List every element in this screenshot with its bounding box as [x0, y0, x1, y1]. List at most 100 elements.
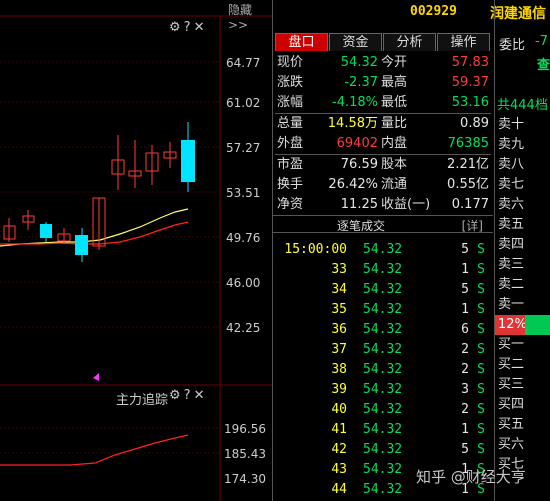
tick-row: 42 54.32 5 S [273, 440, 493, 460]
tick-price: 54.32 [363, 402, 403, 417]
price-tick-2: 61.02 [226, 96, 261, 110]
tab-zijin[interactable]: 资金 [329, 33, 382, 51]
query-button[interactable]: 查 [537, 54, 550, 73]
quote-label: 净资 [277, 197, 304, 212]
tab-fenxi[interactable]: 分析 [383, 33, 436, 51]
stock-code: 002929 [410, 4, 457, 19]
tick-row: 38 54.32 2 S [273, 360, 493, 380]
ask-level: 卖二 [498, 277, 525, 292]
quote-row: 总量 14.58万 量比 0.89 [275, 114, 491, 134]
tick-time: 41 [331, 422, 347, 437]
quote-value: 57.83 [451, 55, 489, 70]
price-tick-7: 42.25 [226, 321, 261, 335]
tick-side: S [477, 442, 485, 457]
tick-price: 54.32 [363, 442, 403, 457]
bid-level: 买四 [498, 397, 525, 412]
tick-side: S [477, 342, 485, 357]
tick-side: S [477, 422, 485, 437]
quote-value: 0.89 [460, 116, 489, 131]
ticks-title: 逐笔成交 [337, 219, 386, 233]
bid-level: 买五 [498, 417, 525, 432]
indicator-tick-3: 174.30 [224, 472, 266, 486]
ask-level: 卖七 [498, 177, 525, 192]
quote-row: 市盈 76.59 股本 2.21亿 [275, 155, 491, 175]
quote-label: 股本 [381, 157, 408, 172]
tick-time: 38 [331, 362, 347, 377]
quote-row: 涨幅 -4.18% 最低 53.16 [275, 93, 491, 113]
tick-volume: 5 [461, 242, 469, 257]
ask-level: 卖五 [498, 217, 525, 232]
question-icon[interactable]: ? [184, 20, 194, 35]
quote-value: 76.59 [340, 157, 378, 172]
tick-side: S [477, 262, 485, 277]
tick-price: 54.32 [363, 382, 403, 397]
hide-panel-button[interactable]: 隐藏>> [228, 1, 272, 32]
tick-time: 44 [331, 482, 347, 497]
quote-value: -2.37 [344, 75, 378, 90]
tick-volume: 6 [461, 322, 469, 337]
tick-row: 35 54.32 1 S [273, 300, 493, 320]
tick-row: 39 54.32 3 S [273, 380, 493, 400]
tick-price: 54.32 [363, 322, 403, 337]
indicator-title: 主力追踪 [116, 393, 169, 408]
watermark: 知乎 @财经大亨 [416, 468, 526, 486]
tick-row: 37 54.32 2 S [273, 340, 493, 360]
ask-level: 卖八 [498, 157, 525, 172]
ratio-fill [525, 315, 550, 335]
ticks-detail-link[interactable]: [详] [462, 217, 483, 234]
ask-level: 卖三 [498, 257, 525, 272]
quote-value: 53.16 [451, 95, 489, 110]
indicator-question-icon[interactable]: ? [184, 388, 194, 403]
quote-value: 26.42% [328, 177, 378, 192]
close-icon[interactable]: ✕ [194, 20, 208, 35]
gear-icon[interactable]: ⚙ [169, 20, 184, 35]
tick-row: 15:00:00 54.32 5 S [273, 240, 493, 260]
tick-row: 41 54.32 1 S [273, 420, 493, 440]
tick-price: 54.32 [363, 242, 403, 257]
indicator-close-icon[interactable]: ✕ [194, 388, 208, 403]
tick-time: 35 [331, 302, 347, 317]
tick-time: 34 [331, 282, 347, 297]
tick-volume: 1 [461, 422, 469, 437]
tab-caozuo[interactable]: 操作 [437, 33, 490, 51]
quote-tabs: 盘口 资金 分析 操作 [275, 33, 491, 51]
tick-side: S [477, 382, 485, 397]
tick-time: 39 [331, 382, 347, 397]
tick-volume: 3 [461, 382, 469, 397]
quote-label: 量比 [381, 116, 408, 131]
tick-price: 54.32 [363, 302, 403, 317]
quote-label: 内盘 [381, 136, 408, 151]
tick-side: S [477, 282, 485, 297]
tick-volume: 2 [461, 402, 469, 417]
price-tick-4: 53.51 [226, 186, 261, 200]
tick-price: 54.32 [363, 462, 403, 477]
price-tick-3: 57.27 [226, 141, 261, 155]
tick-time: 40 [331, 402, 347, 417]
ask-level: 卖一 [498, 297, 525, 312]
tick-price: 54.32 [363, 342, 403, 357]
tick-time: 15:00:00 [284, 242, 347, 257]
quote-value: 2.21亿 [447, 157, 489, 172]
order-book: 委比 -7 查 共444档 卖十 卖九 卖八 卖七 卖六 卖五 卖四 卖三 卖二 卖一 12% 买一买… [494, 0, 550, 501]
ask-level: 卖六 [498, 197, 525, 212]
tick-price: 54.32 [363, 282, 403, 297]
tick-row: 40 54.32 2 S [273, 400, 493, 420]
tick-side: S [477, 322, 485, 337]
quote-value: 59.37 [451, 75, 489, 90]
bid-level: 买一 [498, 337, 525, 352]
quote-row: 净资 11.25 收益(一) 0.177 [275, 195, 491, 215]
book-total: 共444档 [497, 98, 548, 113]
kline-chart-pane[interactable]: 64.77 61.02 57.27 53.51 49.76 46.00 42.2… [0, 0, 272, 501]
tab-pankou[interactable]: 盘口 [275, 33, 328, 51]
quote-label: 流通 [381, 177, 408, 192]
quote-label: 涨幅 [277, 95, 304, 110]
price-tick-5: 49.76 [226, 231, 261, 245]
quote-label: 最高 [381, 75, 408, 90]
book-levels: 卖十 卖九 卖八 卖七 卖六 卖五 卖四 卖三 卖二 卖一 12% 买一 买二 买三 买四 买五 买六 买七 [495, 115, 550, 475]
weibi-label: 委比 [499, 38, 526, 53]
quote-value: 54.32 [340, 55, 378, 70]
quote-value: 14.58万 [327, 116, 378, 131]
tick-time: 36 [331, 322, 347, 337]
indicator-gear-icon[interactable]: ⚙ [169, 388, 184, 403]
tick-price: 54.32 [363, 262, 403, 277]
